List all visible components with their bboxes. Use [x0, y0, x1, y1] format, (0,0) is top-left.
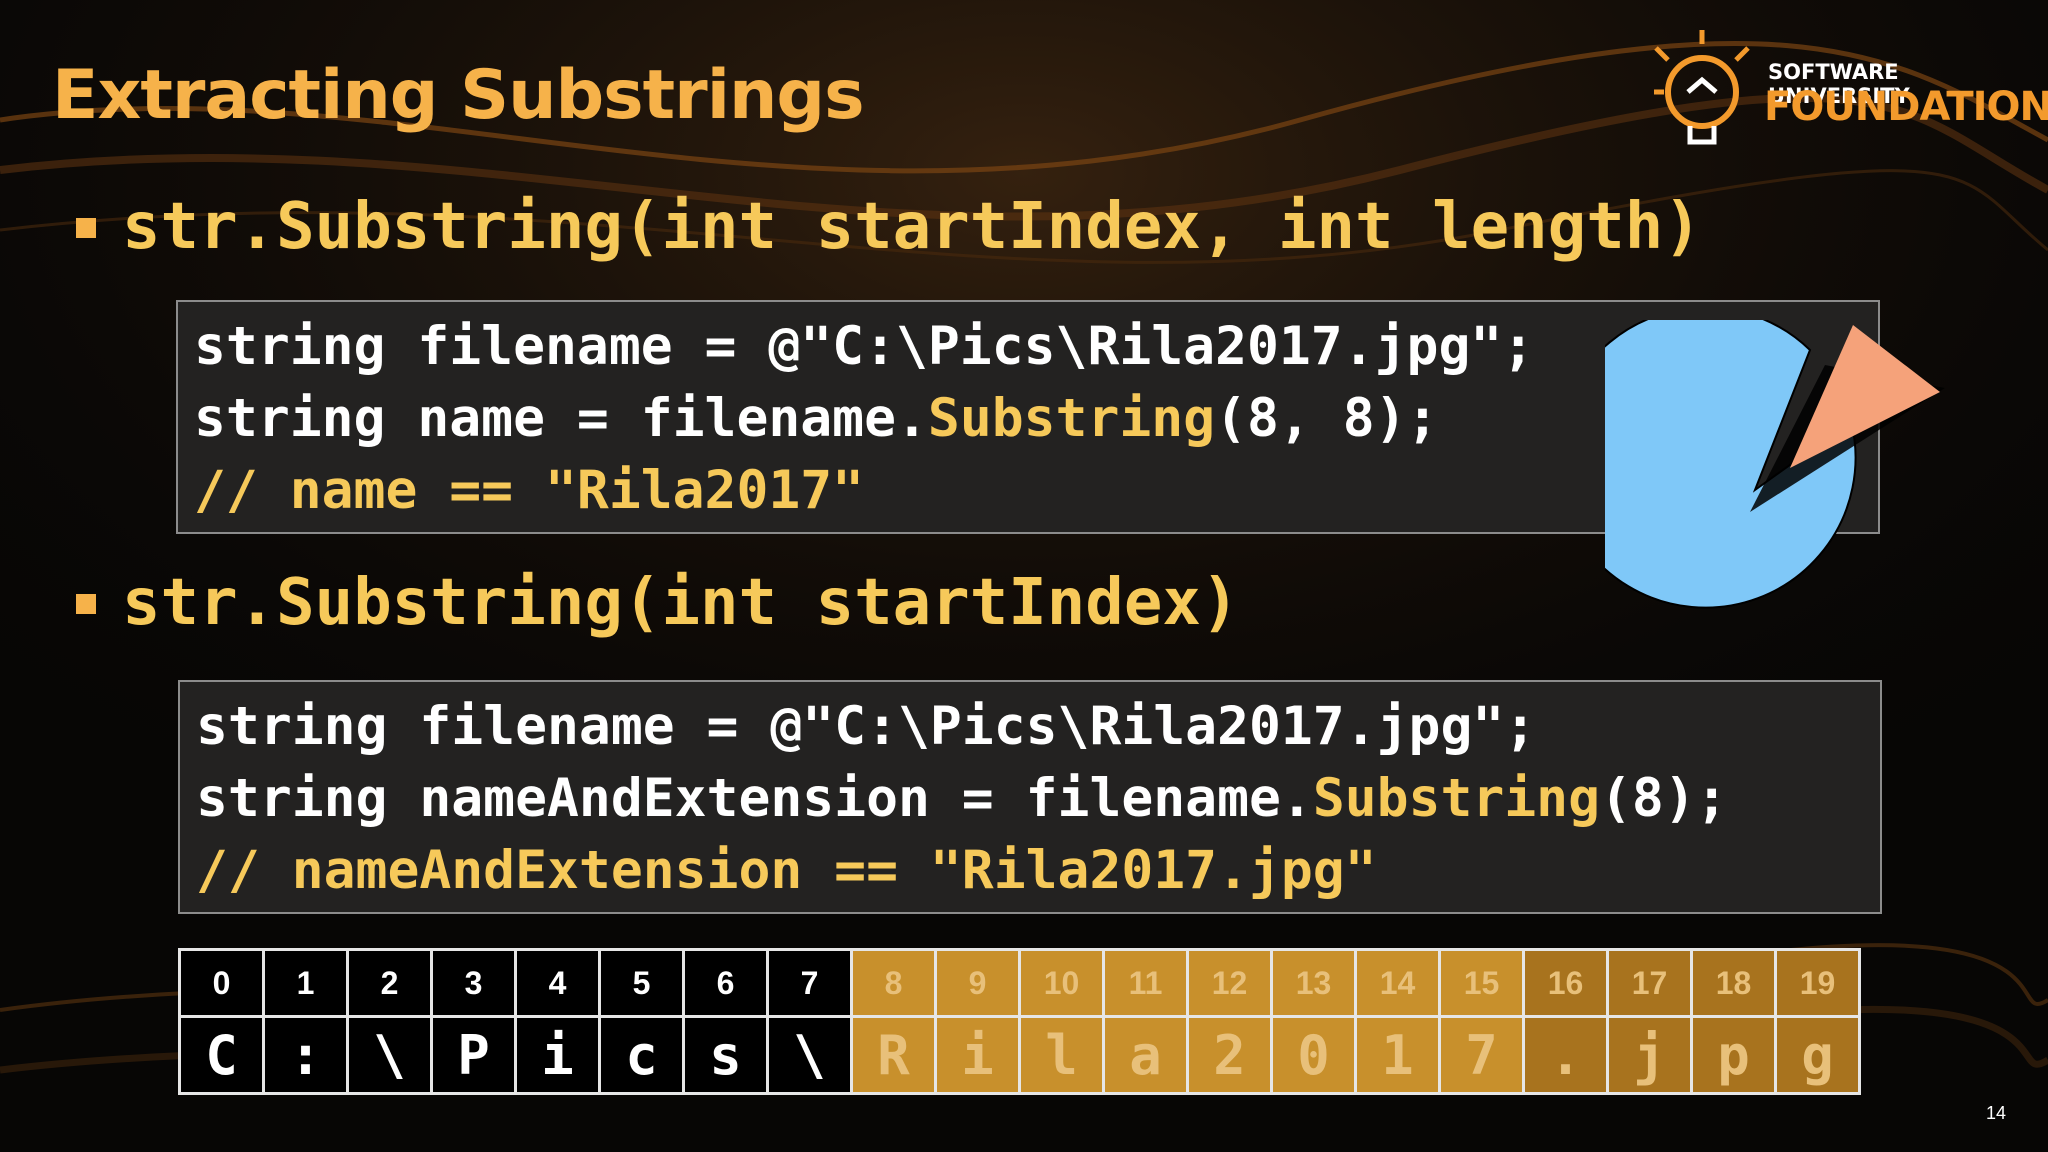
- index-cell: 1: [262, 948, 349, 1018]
- code-line: string name = filename.Substring(8, 8);: [194, 388, 1438, 449]
- char-cell: \: [766, 1015, 853, 1095]
- index-cell: 5: [598, 948, 685, 1018]
- index-cell: 16: [1522, 948, 1609, 1018]
- method-signature-start: str.Substring(int startIndex): [122, 566, 1240, 640]
- index-cell: 12: [1186, 948, 1273, 1018]
- lightbulb-icon: [1654, 30, 1750, 145]
- code-text: (8);: [1600, 768, 1728, 829]
- char-cell: 1: [1354, 1015, 1441, 1095]
- string-index-table: 0 1 2 3 4 5 6 7 8 9 10 11 12 13 14 15 16 17 18 19 C: \ Pi c s \ R…: [178, 948, 1861, 1095]
- char-cell: \: [346, 1015, 433, 1095]
- char-cell: 2: [1186, 1015, 1273, 1095]
- char-cell: a: [1102, 1015, 1189, 1095]
- index-cell: 4: [514, 948, 601, 1018]
- char-cell: R: [850, 1015, 937, 1095]
- index-cell: 19: [1774, 948, 1861, 1018]
- char-cell: l: [1018, 1015, 1105, 1095]
- index-cell: 14: [1354, 948, 1441, 1018]
- index-cell: 9: [934, 948, 1021, 1018]
- index-cell: 0: [178, 948, 265, 1018]
- char-cell: i: [514, 1015, 601, 1095]
- method-signature-length: str.Substring(int startIndex, int length…: [122, 190, 1702, 264]
- code-line: string filename = @"C:\Pics\Rila2017.jpg…: [196, 696, 1537, 757]
- index-cell: 3: [430, 948, 517, 1018]
- char-cell: i: [934, 1015, 1021, 1095]
- logo-main-text: FOUNDATION: [1764, 84, 2048, 130]
- code-line: string nameAndExtension = filename.Subst…: [196, 768, 1728, 829]
- code-text: string nameAndExtension = filename.: [196, 768, 1313, 829]
- char-cell: 0: [1270, 1015, 1357, 1095]
- index-cell: 8: [850, 948, 937, 1018]
- code-comment: // nameAndExtension == "Rila2017.jpg": [196, 840, 1377, 901]
- substring-method: Substring: [927, 388, 1216, 449]
- index-cell: 10: [1018, 948, 1105, 1018]
- char-cell: p: [1690, 1015, 1777, 1095]
- code-text: (8, 8);: [1215, 388, 1439, 449]
- substring-method: Substring: [1312, 768, 1600, 829]
- char-cell: P: [430, 1015, 517, 1095]
- char-cell: g: [1774, 1015, 1861, 1095]
- slide-title: Extracting Substrings: [52, 56, 865, 135]
- code-comment: // name == "Rila2017": [194, 460, 865, 521]
- char-cell: 7: [1438, 1015, 1525, 1095]
- page-number: 14: [1986, 1103, 2007, 1123]
- code-line: string filename = @"C:\Pics\Rila2017.jpg…: [194, 316, 1535, 377]
- char-cell: C: [178, 1015, 265, 1095]
- pie-illustration: [1605, 320, 1945, 609]
- index-cell: 13: [1270, 948, 1357, 1018]
- index-cell: 7: [766, 948, 853, 1018]
- softuni-logo: SOFTWARE UNIVERSITY FOUNDATION: [1650, 30, 2048, 160]
- char-cell: .: [1522, 1015, 1609, 1095]
- index-cell: 15: [1438, 948, 1525, 1018]
- index-cell: 6: [682, 948, 769, 1018]
- index-cell: 11: [1102, 948, 1189, 1018]
- char-cell: :: [262, 1015, 349, 1095]
- index-row: 0 1 2 3 4 5 6 7 8 9 10 11 12 13 14 15 16 17 18 19: [178, 948, 1861, 1018]
- index-cell: 2: [346, 948, 433, 1018]
- code-example-2: string filename = @"C:\Pics\Rila2017.jpg…: [178, 680, 1882, 914]
- index-cell: 17: [1606, 948, 1693, 1018]
- char-cell: s: [682, 1015, 769, 1095]
- char-cell: j: [1606, 1015, 1693, 1095]
- code-text: string name = filename.: [194, 388, 928, 449]
- char-row: C: \ Pi c s \ Ri l a 2 0 1 7. j p g: [178, 1015, 1861, 1095]
- char-cell: c: [598, 1015, 685, 1095]
- bullet-marker: [76, 594, 96, 614]
- index-cell: 18: [1690, 948, 1777, 1018]
- bullet-marker: [76, 218, 96, 238]
